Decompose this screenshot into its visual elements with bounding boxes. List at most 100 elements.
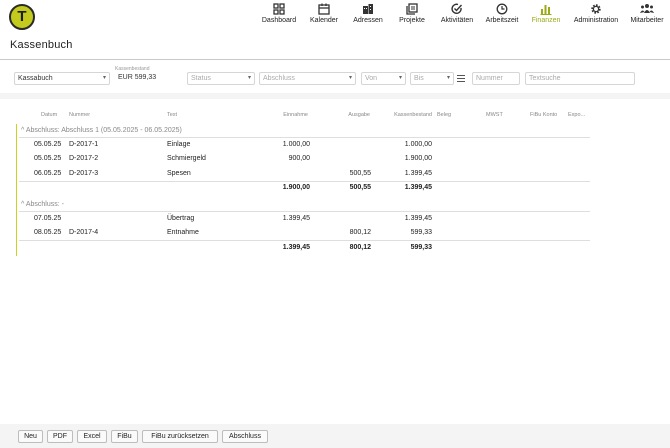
cell-kassenbestand: 1.399,45 (404, 170, 432, 177)
col-text[interactable]: Text (167, 112, 177, 118)
cell-text: Entnahme (167, 229, 199, 236)
activity-check-icon (451, 3, 463, 14)
nav-administration[interactable]: Administration (571, 3, 621, 33)
cell-text: Übertrag (167, 215, 195, 222)
chevron-down-icon: ▾ (398, 75, 402, 81)
row-divider (19, 181, 590, 182)
col-datum[interactable]: Datum (41, 112, 57, 118)
cell-ausgabe: 500,55 (349, 170, 371, 177)
status-select[interactable]: Status ▾ (187, 72, 255, 85)
cell-nummer: D-2017-3 (69, 170, 99, 177)
col-beleg[interactable]: Beleg (437, 112, 451, 118)
group-indicator-bar (16, 124, 17, 256)
new-button[interactable]: Neu (18, 430, 43, 443)
nav-projekte[interactable]: Projekte (395, 3, 429, 33)
total-kassenbestand: 599,33 (410, 244, 432, 251)
col-fibu-konto[interactable]: FiBu Konto (530, 112, 557, 118)
nav-label-aktivitaeten: Aktivitäten (440, 17, 474, 24)
nav-label-kalender: Kalender (309, 17, 339, 24)
col-nummer[interactable]: Nummer (69, 112, 90, 118)
nav-kalender[interactable]: Kalender (306, 3, 342, 33)
nav-label-administration: Administration (573, 17, 619, 24)
fibu-reset-button[interactable]: FiBu zurücksetzen (142, 430, 218, 443)
nav-label-dashboard: Dashboard (261, 17, 297, 24)
bar-chart-icon (540, 5, 552, 15)
closing-button[interactable]: Abschluss (222, 430, 268, 443)
total-kassenbestand: 1.399,45 (404, 184, 432, 191)
header-divider (0, 59, 670, 60)
number-placeholder: Nummer (476, 75, 503, 82)
group-header[interactable]: ^ Abschluss: - (21, 201, 64, 208)
cell-nummer: D-2017-1 (69, 141, 99, 148)
nav-label-finanzen: Finanzen (531, 17, 561, 24)
chevron-down-icon: ▾ (446, 75, 450, 81)
nav-label-projekte: Projekte (399, 17, 425, 24)
app-window: T Dashboard Kalender Adressen Projekte A… (0, 0, 670, 448)
cell-kassenbestand: 1.900,00 (404, 155, 432, 162)
from-placeholder: Von (365, 75, 378, 82)
from-date-select[interactable]: Von ▾ (361, 72, 406, 85)
cell-datum: 05.05.25 (34, 155, 62, 162)
people-icon (640, 4, 654, 13)
balance-label: Kassenbestand (115, 66, 150, 72)
row-divider (19, 137, 590, 138)
total-ausgabe: 800,12 (349, 244, 371, 251)
calendar-icon (318, 3, 330, 15)
to-date-select[interactable]: Bis ▾ (410, 72, 454, 85)
chevron-down-icon: ▾ (247, 75, 251, 81)
cashbook-select[interactable]: Kassabuch ▾ (14, 72, 110, 85)
number-input[interactable]: Nummer (472, 72, 520, 85)
row-divider (19, 211, 590, 212)
col-export[interactable]: Expo... (568, 112, 585, 118)
page-title: Kassenbuch (10, 39, 73, 51)
cell-text: Einlage (167, 141, 191, 148)
cell-einnahme: 1.399,45 (282, 215, 310, 222)
gear-icon (591, 4, 601, 14)
cell-nummer: D-2017-4 (69, 229, 99, 236)
list-filter-icon[interactable] (457, 75, 465, 82)
nav-adressen[interactable]: Adressen (350, 3, 386, 33)
top-navigation: T Dashboard Kalender Adressen Projekte A… (0, 0, 670, 34)
chevron-down-icon: ▾ (102, 75, 106, 81)
nav-label-mitarbeiter: Mitarbeiter (630, 17, 664, 24)
cell-ausgabe: 800,12 (349, 229, 371, 236)
balance-value: EUR 599,33 (118, 74, 157, 81)
buildings-icon (363, 4, 373, 14)
col-mwst[interactable]: MWST (486, 112, 503, 118)
total-ausgabe: 500,55 (349, 184, 371, 191)
cell-kassenbestand: 1.399,45 (404, 215, 432, 222)
nav-mitarbeiter[interactable]: Mitarbeiter (627, 3, 667, 33)
col-kassenbestand[interactable]: Kassenbestand (372, 112, 432, 118)
nav-label-adressen: Adressen (353, 17, 383, 24)
excel-button[interactable]: Excel (77, 430, 107, 443)
to-placeholder: Bis (414, 75, 424, 82)
cell-datum: 05.05.25 (34, 141, 62, 148)
col-ausgabe[interactable]: Ausgabe (320, 112, 370, 118)
status-placeholder: Status (191, 75, 211, 82)
group-header[interactable]: ^ Abschluss: Abschluss 1 (05.05.2025 - 0… (21, 127, 182, 134)
cell-kassenbestand: 599,33 (410, 229, 432, 236)
nav-arbeitszeit[interactable]: Arbeitszeit (482, 3, 522, 33)
cell-datum: 06.05.25 (34, 170, 62, 177)
closing-placeholder: Abschluss (263, 75, 295, 82)
fibu-button[interactable]: FiBu (111, 430, 138, 443)
dashboard-icon (273, 3, 285, 15)
pdf-button[interactable]: PDF (47, 430, 73, 443)
nav-finanzen[interactable]: Finanzen (528, 3, 564, 33)
nav-aktivitaeten[interactable]: Aktivitäten (436, 3, 478, 33)
cell-einnahme: 1.000,00 (282, 141, 310, 148)
search-placeholder: Textsuche (529, 75, 561, 82)
cell-text: Spesen (167, 170, 191, 177)
col-einnahme[interactable]: Einnahme (250, 112, 308, 118)
cell-einnahme: 900,00 (288, 155, 310, 162)
chevron-down-icon: ▾ (348, 75, 352, 81)
toolbar-band (0, 93, 670, 99)
row-divider (19, 240, 590, 241)
projects-icon (406, 3, 418, 15)
cell-text: Schmiergeld (167, 155, 206, 162)
closing-select[interactable]: Abschluss ▾ (259, 72, 356, 85)
app-logo[interactable]: T (9, 4, 35, 30)
nav-dashboard[interactable]: Dashboard (258, 3, 300, 33)
cell-kassenbestand: 1.000,00 (404, 141, 432, 148)
text-search-input[interactable]: Textsuche (525, 72, 635, 85)
